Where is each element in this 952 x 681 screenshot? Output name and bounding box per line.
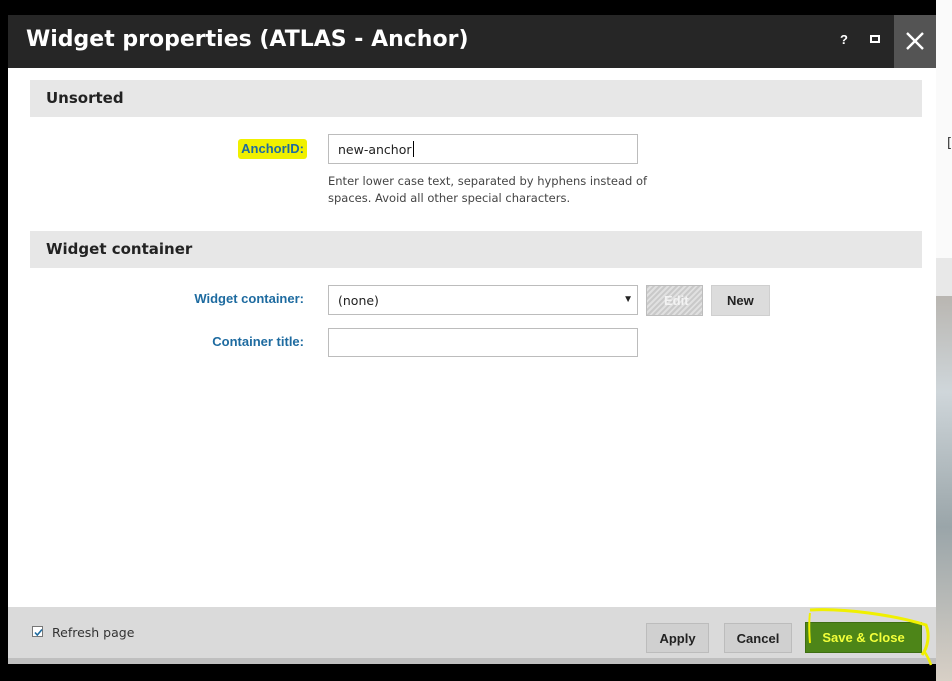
edit-container-button[interactable]: Edit	[646, 285, 703, 316]
section-title-unsorted: Unsorted	[46, 89, 124, 107]
dropdown-arrow-icon: ▼	[623, 294, 633, 305]
widget-container-selected: (none)	[338, 293, 379, 308]
widget-container-select[interactable]: (none) ▼	[328, 285, 638, 315]
cancel-button-label: Cancel	[736, 631, 780, 646]
anchor-id-value: new-anchor	[338, 142, 412, 157]
background-page-text: [	[947, 136, 952, 151]
apply-button-label: Apply	[659, 631, 696, 646]
checkmark-icon	[34, 628, 43, 637]
apply-button[interactable]: Apply	[646, 623, 709, 653]
save-and-close-label: Save & Close	[822, 630, 905, 645]
anchor-id-label: AnchorID:	[238, 139, 307, 159]
save-and-close-button[interactable]: Save & Close	[805, 622, 922, 653]
refresh-page-checkbox[interactable]	[32, 626, 43, 637]
container-title-input[interactable]	[328, 328, 638, 357]
background-page: [	[936, 0, 952, 681]
anchor-id-label-wrap: AnchorID:	[27, 139, 307, 159]
cancel-button[interactable]: Cancel	[724, 623, 792, 653]
close-button[interactable]	[894, 15, 936, 68]
container-title-label: Container title:	[212, 334, 304, 349]
section-header-unsorted: Unsorted	[30, 80, 922, 117]
dialog-titlebar: Widget properties (ATLAS - Anchor) ?	[8, 15, 936, 68]
anchor-id-input[interactable]: new-anchor	[328, 134, 638, 164]
section-title-widget-container: Widget container	[46, 240, 193, 258]
text-caret	[413, 141, 414, 157]
footer-bottom-edge	[8, 658, 936, 664]
background-page-top	[936, 0, 952, 258]
help-button[interactable]: ?	[840, 32, 848, 47]
section-header-widget-container: Widget container	[30, 231, 922, 268]
refresh-page-label[interactable]: Refresh page	[52, 625, 134, 640]
widget-container-label: Widget container:	[194, 291, 304, 306]
new-container-button[interactable]: New	[711, 285, 770, 316]
maximize-icon[interactable]	[870, 35, 880, 43]
anchor-id-hint: Enter lower case text, separated by hyph…	[328, 174, 648, 205]
close-icon	[906, 32, 924, 50]
widget-properties-dialog: Widget properties (ATLAS - Anchor) ? Uns…	[8, 15, 936, 666]
background-page-image	[936, 296, 952, 681]
edit-button-label: Edit	[664, 293, 689, 308]
new-button-label: New	[727, 293, 754, 308]
background-page-band	[936, 258, 952, 296]
dialog-title: Widget properties (ATLAS - Anchor)	[26, 27, 469, 52]
dialog-footer: Refresh page Apply Cancel Save & Close	[8, 607, 936, 658]
